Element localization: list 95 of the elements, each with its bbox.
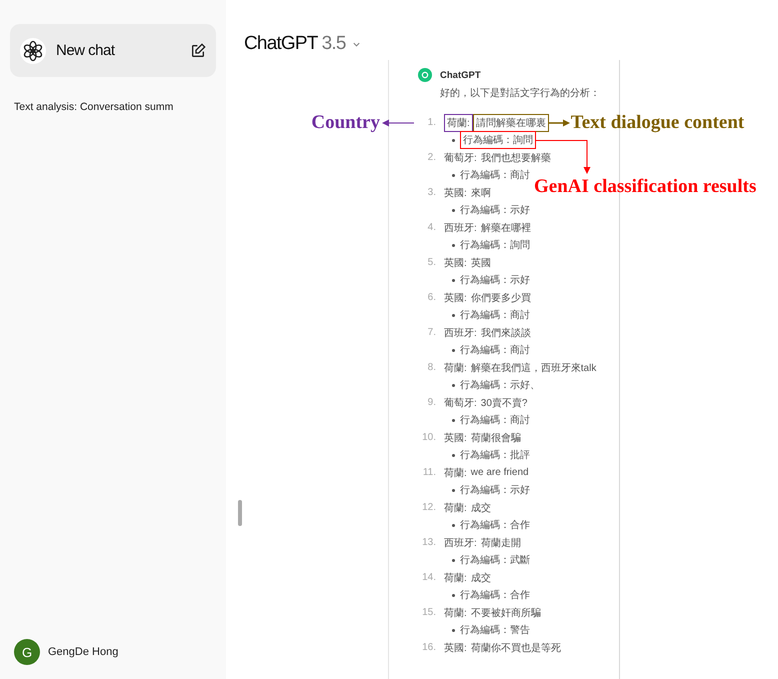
list-number: 16. [421, 642, 436, 654]
leader-arrow [548, 118, 571, 128]
leader-arrow [380, 118, 414, 128]
dialogue-text: 來啊 [470, 186, 491, 200]
chat-history-item[interactable]: Text analysis: Conversation summ [10, 101, 216, 113]
dialogue-text: 成交 [470, 572, 491, 585]
dialogue-text: 解藥在哪裡 [480, 222, 531, 235]
dialogue-text: 你們要多少買 [470, 292, 531, 305]
dialogue-text: 我們來談談 [480, 326, 531, 340]
bullet-icon [452, 244, 455, 247]
bullet-icon [452, 524, 455, 527]
bullet-icon [452, 594, 455, 597]
list-number: 6. [426, 292, 436, 304]
flower-logo-icon [20, 38, 46, 64]
dialogue-text: 荷蘭走開 [480, 536, 521, 550]
model-title[interactable]: ChatGPT [244, 33, 318, 55]
highlighted-dialogue: 請問解藥在哪裏 [472, 114, 549, 132]
country-label: 英國: [444, 432, 467, 445]
list-number: 10. [421, 432, 436, 444]
list-number: 3. [426, 187, 436, 198]
author-name: ChatGPT [440, 70, 481, 80]
behavior-code: 行為編碼：示好、 [460, 379, 540, 392]
bullet-icon [452, 628, 455, 632]
bullet-icon [452, 278, 455, 282]
list-number: 8. [426, 362, 436, 374]
new-chat-button[interactable]: New chat [10, 24, 216, 77]
list-number: 1. [426, 117, 436, 128]
list-number: 15. [421, 607, 436, 618]
behavior-code: 行為編碼：商討 [460, 344, 530, 358]
list-number: 11. [422, 467, 436, 478]
bullet-icon [452, 454, 455, 457]
message-text: 好的，以下是對話文字行為的分析： [440, 86, 601, 100]
list-number: 5. [426, 257, 436, 268]
bullet-icon [452, 208, 455, 212]
dialogue-text: 荷蘭很會騙 [470, 432, 521, 445]
bullet-icon [452, 384, 455, 387]
behavior-code: 行為編碼：示好 [460, 484, 530, 498]
bullet-icon [452, 174, 455, 177]
bullet-icon [452, 348, 455, 352]
bullet-icon [452, 558, 455, 562]
country-label: 西班牙: [444, 536, 477, 550]
country-label: 荷蘭: [444, 466, 467, 480]
behavior-code: 行為編碼：合作 [460, 519, 530, 532]
user-name: GengDe Hong [48, 646, 118, 658]
bullet-icon [452, 418, 455, 422]
behavior-code: 行為編碼：商討 [460, 308, 530, 322]
country-label: 荷蘭: [444, 502, 467, 515]
dialogue-text: 成交 [470, 502, 491, 515]
list-number: 7. [426, 327, 436, 338]
country-label: 西班牙: [444, 326, 477, 340]
annotation-label: Country [311, 112, 380, 134]
behavior-code: 行為編碼：武斷 [460, 554, 530, 568]
model-version[interactable]: 3.5 [322, 33, 346, 55]
bullet-icon [452, 314, 455, 317]
sidebar-handle[interactable] [238, 500, 242, 526]
list-number: 12. [421, 502, 436, 514]
behavior-code: 行為編碼：商討 [460, 168, 530, 182]
list-number: 4. [426, 222, 436, 234]
annotation-label: Text dialogue content [570, 112, 744, 134]
country-label: 英國: [444, 256, 467, 270]
behavior-code: 行為編碼：商討 [460, 414, 530, 428]
country-label: 荷蘭: [444, 572, 467, 585]
dialogue-text: 英國 [470, 256, 491, 270]
list-number: 14. [421, 572, 436, 584]
country-label: 荷蘭: [444, 606, 467, 620]
list-number: 2. [426, 152, 436, 164]
behavior-code: 行為編碼：詢問 [460, 238, 530, 252]
country-label: 西班牙: [444, 222, 477, 235]
dialogue-text: 解藥在我們這，西班牙來talk [470, 362, 596, 375]
country-label: 英國: [444, 186, 467, 200]
country-label: 葡萄牙: [444, 152, 477, 165]
dialogue-text: 30賣不賣? [480, 396, 528, 410]
bullet-icon [452, 488, 455, 492]
country-label: 葡萄牙: [444, 396, 477, 410]
dialogue-text: 不要被奸商所騙 [470, 606, 541, 620]
list-number: 9. [426, 397, 436, 408]
assistant-avatar [418, 68, 432, 82]
country-label: 英國: [444, 642, 467, 655]
dialogue-text: 荷蘭你不買也是等死 [470, 642, 561, 655]
highlighted-country: 荷蘭: [444, 114, 473, 132]
behavior-code: 行為編碼：示好 [460, 274, 530, 288]
dialogue-text: 我們也想要解藥 [480, 152, 551, 165]
country-label: 英國: [444, 292, 467, 305]
edit-icon [190, 42, 206, 58]
annotation-label: GenAI classification results [534, 176, 756, 198]
highlighted-code: 行為編碼：詢問 [460, 131, 536, 150]
list-number: 13. [421, 537, 436, 548]
behavior-code: 行為編碼：警告 [460, 624, 530, 638]
country-label: 荷蘭: [444, 362, 467, 375]
behavior-code: 行為編碼：批評 [460, 448, 530, 462]
user-avatar: G [14, 639, 40, 665]
behavior-code: 行為編碼：示好 [460, 204, 530, 218]
bullet-icon [452, 138, 455, 142]
dialogue-text: we are friend [470, 467, 529, 478]
behavior-code: 行為編碼：合作 [460, 589, 530, 602]
